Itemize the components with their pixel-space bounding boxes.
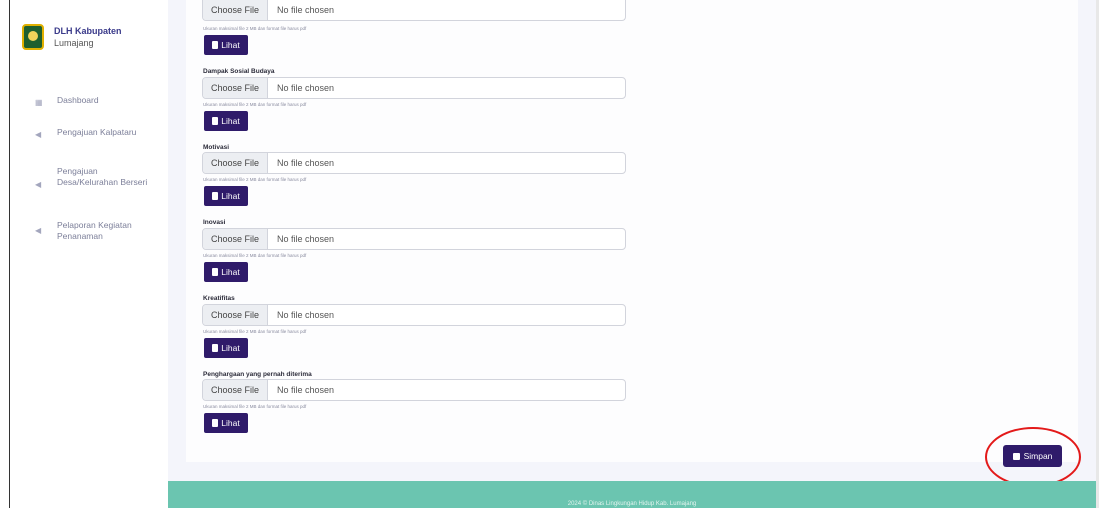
file-input[interactable]: Choose File No file chosen [202, 0, 626, 21]
sidebar-item-label: Pengajuan Kalpataru [57, 127, 137, 137]
sidebar-item-dashboard[interactable]: ▦ Dashboard [35, 95, 149, 107]
view-file-button[interactable]: Lihat [204, 338, 248, 358]
file-icon [212, 344, 219, 352]
file-name-text: No file chosen [277, 310, 335, 320]
footer: 2024 © Dinas Lingkungan Hidup Kab. Lumaj… [168, 481, 1096, 508]
file-hint: Ukuran maksimal file 2 MB dan format fil… [203, 329, 307, 334]
send-icon: ◀ [35, 180, 42, 189]
send-icon: ◀ [35, 226, 42, 235]
file-hint: Ukuran maksimal file 2 MB dan format fil… [203, 177, 307, 182]
brand[interactable]: DLH Kabupaten Lumajang [22, 24, 122, 50]
sidebar-item-label: Pengajuan Desa/Kelurahan Berseri [57, 166, 148, 187]
choose-file-button[interactable]: Choose File [203, 78, 269, 98]
send-icon: ◀ [35, 130, 42, 139]
sidebar-item-pelaporan[interactable]: ◀ Pelaporan Kegiatan Penanaman [35, 220, 149, 242]
file-name-text: No file chosen [277, 234, 335, 244]
field-label: Motivasi [203, 144, 230, 151]
file-input[interactable]: Choose File No file chosen [202, 304, 626, 326]
file-name-text: No file chosen [277, 385, 335, 395]
sidebar-item-kalpataru[interactable]: ◀ Pengajuan Kalpataru [35, 127, 149, 139]
sidebar [10, 0, 168, 508]
file-hint: Ukuran maksimal file 2 MB dan format fil… [203, 404, 307, 409]
sidebar-item-label: Dashboard [57, 95, 99, 105]
file-hint: Ukuran maksimal file 2 MB dan format fil… [203, 102, 307, 107]
file-icon [212, 41, 219, 49]
field-label: Kreatifitas [203, 295, 235, 302]
choose-file-button[interactable]: Choose File [203, 380, 269, 400]
highlight-circle [985, 427, 1081, 487]
footer-text: 2024 © Dinas Lingkungan Hidup Kab. Lumaj… [567, 500, 697, 507]
file-icon [212, 268, 219, 276]
dashboard-icon: ▦ [35, 98, 43, 107]
view-file-button[interactable]: Lihat [204, 35, 248, 55]
choose-file-button[interactable]: Choose File [203, 229, 269, 249]
view-file-button[interactable]: Lihat [204, 413, 248, 433]
logo-icon [22, 24, 44, 50]
file-name-text: No file chosen [277, 158, 335, 168]
view-file-button[interactable]: Lihat [204, 262, 248, 282]
brand-name: DLH Kabupaten [54, 26, 122, 36]
field-label: Inovasi [203, 219, 226, 226]
file-hint: Ukuran maksimal file 2 MB dan format fil… [203, 26, 307, 31]
file-name-text: No file chosen [277, 83, 335, 93]
file-input[interactable]: Choose File No file chosen [202, 379, 626, 401]
choose-file-button[interactable]: Choose File [203, 0, 269, 20]
file-icon [212, 419, 219, 427]
field-label: Dampak Sosial Budaya [203, 68, 275, 75]
brand-sub: Lumajang [54, 38, 94, 48]
sidebar-item-desa-berseri[interactable]: ◀ Pengajuan Desa/Kelurahan Berseri [35, 166, 149, 189]
file-icon [212, 192, 219, 200]
file-hint: Ukuran maksimal file 2 MB dan format fil… [203, 253, 307, 258]
sidebar-item-label: Pelaporan Kegiatan Penanaman [57, 220, 132, 241]
view-file-button[interactable]: Lihat [204, 186, 248, 206]
file-icon [212, 117, 219, 125]
file-name-text: No file chosen [277, 5, 335, 15]
file-input[interactable]: Choose File No file chosen [202, 152, 626, 174]
field-label: Penghargaan yang pernah diterima [203, 371, 312, 378]
file-input[interactable]: Choose File No file chosen [202, 77, 626, 99]
choose-file-button[interactable]: Choose File [203, 305, 269, 325]
view-file-button[interactable]: Lihat [204, 111, 248, 131]
file-input[interactable]: Choose File No file chosen [202, 228, 626, 250]
choose-file-button[interactable]: Choose File [203, 153, 269, 173]
